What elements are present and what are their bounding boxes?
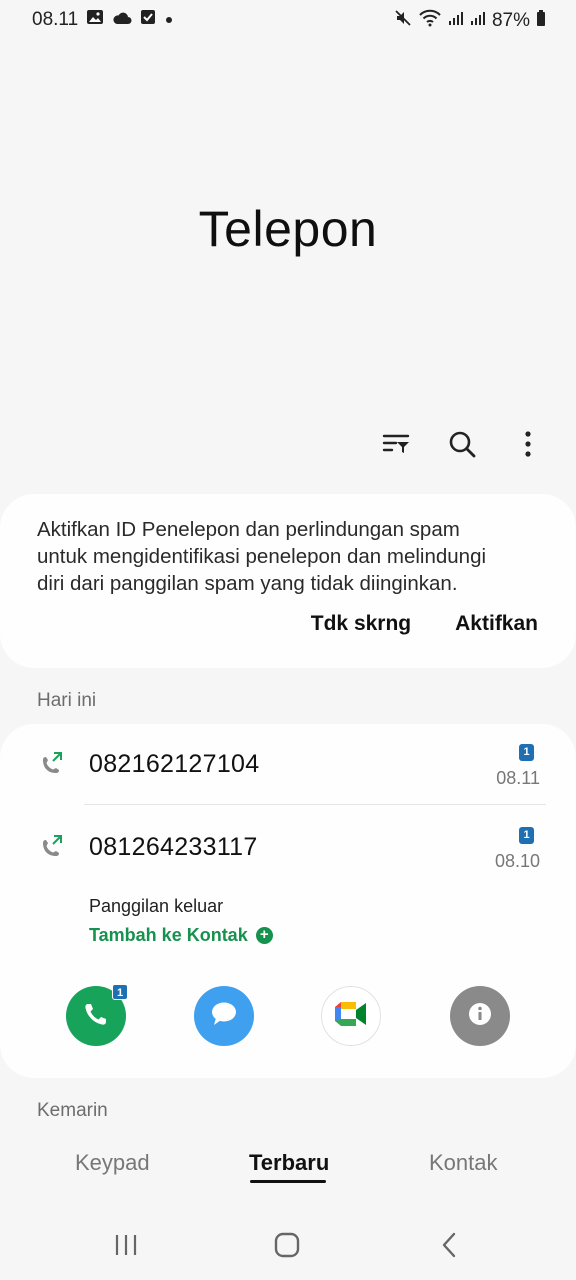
navigation-bar	[0, 1220, 576, 1270]
signal-icon	[448, 10, 464, 32]
section-header-yesterday: Kemarin	[37, 1100, 108, 1121]
bottom-tabs: Keypad Terbaru Kontak	[0, 1150, 576, 1190]
call-button[interactable]: 1	[66, 984, 128, 1046]
section-header-today: Hari ini	[37, 690, 97, 711]
more-icon[interactable]	[510, 426, 546, 462]
spam-line-2: untuk mengidentifikasi penelepon dan mel…	[37, 545, 487, 568]
call-row[interactable]: 081264233117 1 08.10	[0, 807, 576, 887]
meet-video-icon	[332, 999, 370, 1034]
video-call-button[interactable]	[321, 986, 381, 1046]
tab-recent[interactable]: Terbaru	[249, 1150, 329, 1176]
signal-icon	[470, 10, 486, 32]
call-actions: 1	[0, 984, 576, 1046]
battery-icon	[536, 10, 546, 32]
spam-actions: Tdk skrng Aktifkan	[311, 612, 538, 636]
search-icon[interactable]	[444, 426, 480, 462]
home-icon[interactable]	[272, 1230, 302, 1260]
recent-apps-icon[interactable]	[111, 1230, 141, 1260]
cloud-icon	[112, 9, 132, 31]
spam-line-3: diri dari panggilan spam yang tidak diin…	[37, 572, 458, 595]
info-button[interactable]	[450, 986, 510, 1046]
outgoing-call-icon	[38, 750, 66, 778]
message-icon	[209, 1000, 239, 1033]
tab-contacts[interactable]: Kontak	[429, 1150, 498, 1176]
call-number: 082162127104	[89, 750, 260, 778]
toolbar	[378, 426, 546, 462]
battery-percent: 87%	[491, 10, 530, 31]
call-time: 08.11	[496, 768, 540, 788]
page-title: Telepon	[198, 201, 378, 257]
status-right: 87%	[394, 9, 546, 33]
not-now-button[interactable]: Tdk skrng	[311, 612, 411, 636]
sim-badge: 1	[519, 827, 534, 844]
message-button[interactable]	[194, 986, 254, 1046]
tab-keypad[interactable]: Keypad	[75, 1150, 150, 1176]
status-time: 08.11	[32, 9, 79, 30]
checkbox-icon	[140, 9, 156, 31]
call-row[interactable]: 082162127104 1 08.11	[0, 724, 576, 804]
sim-badge: 1	[112, 984, 128, 1000]
divider	[84, 804, 546, 805]
filter-icon[interactable]	[378, 426, 414, 462]
info-icon	[467, 1001, 493, 1032]
outgoing-call-icon	[38, 833, 66, 861]
call-time: 08.10	[494, 851, 540, 871]
call-type-label: Panggilan keluar	[89, 896, 224, 916]
image-icon	[86, 9, 104, 31]
spam-description: Aktifkan ID Penelepon dan perlindungan s…	[37, 516, 547, 597]
active-tab-indicator	[250, 1180, 326, 1183]
plus-icon: +	[255, 927, 273, 944]
spam-line-1: Aktifkan ID Penelepon dan perlindungan s…	[37, 518, 460, 541]
wifi-icon	[418, 9, 442, 33]
add-to-contacts-link[interactable]: Tambah ke Kontak +	[89, 925, 273, 946]
sim-badge: 1	[519, 744, 534, 761]
mute-icon	[394, 9, 412, 33]
enable-button[interactable]: Aktifkan	[455, 612, 538, 636]
add-to-contacts-label: Tambah ke Kontak	[89, 925, 248, 945]
status-left: 08.11	[32, 9, 174, 31]
phone-icon	[82, 1000, 110, 1033]
dot-icon	[164, 9, 174, 31]
call-number: 081264233117	[89, 833, 258, 861]
spam-protection-card: Aktifkan ID Penelepon dan perlindungan s…	[0, 494, 576, 668]
back-icon[interactable]	[434, 1230, 464, 1260]
status-bar: 08.11 87%	[0, 0, 576, 44]
